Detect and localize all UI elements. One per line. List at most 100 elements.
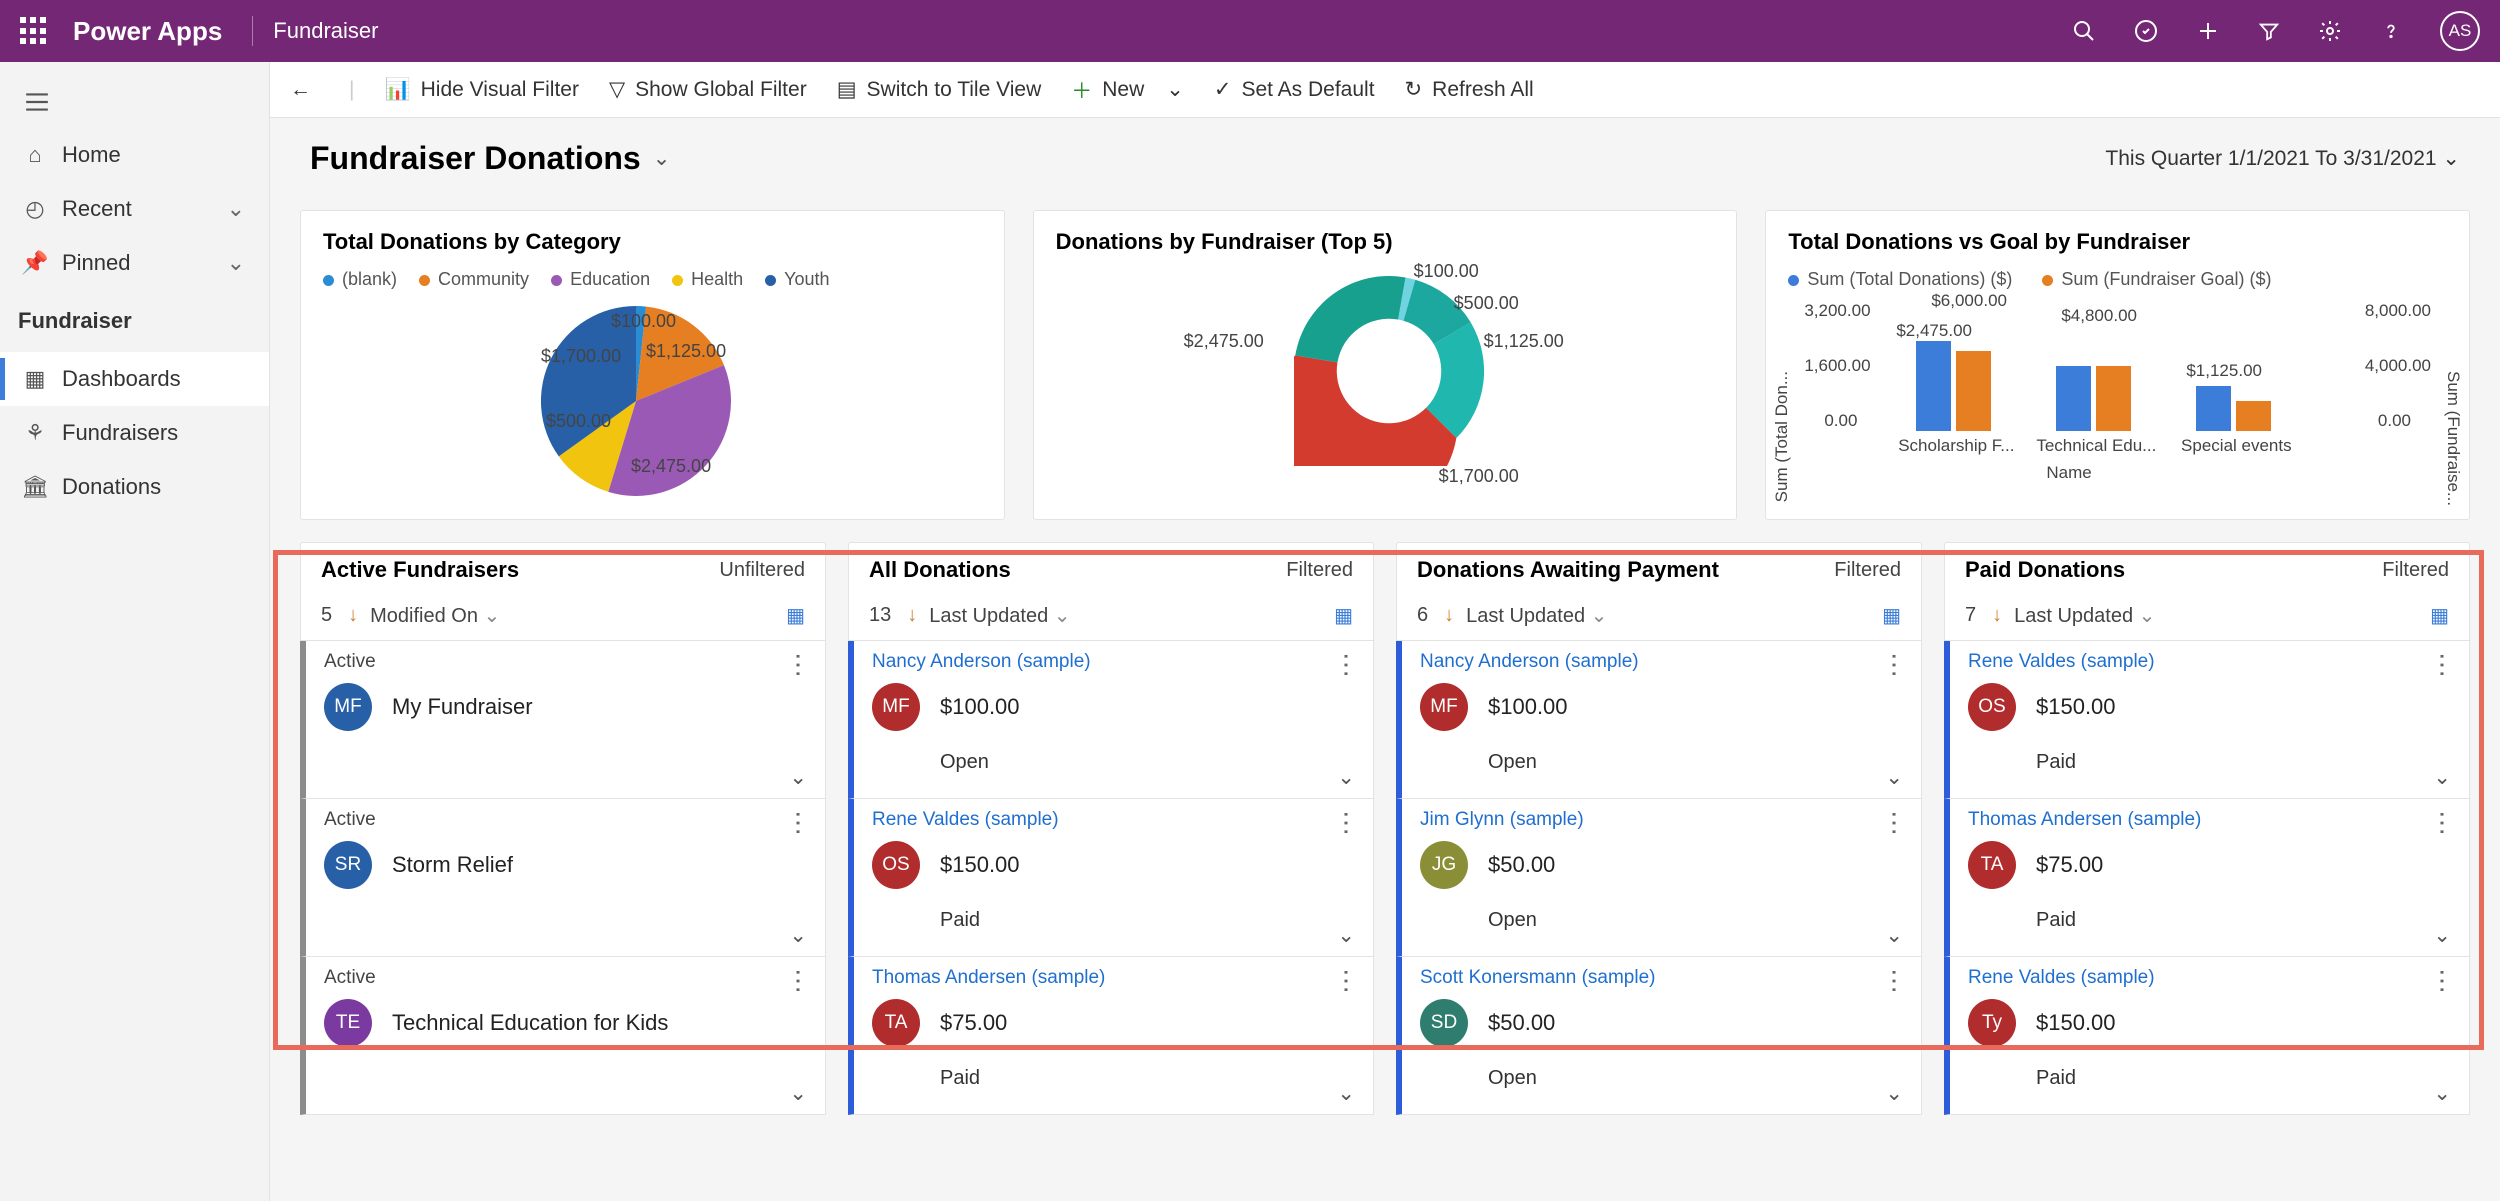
chart-donations-vs-goal[interactable]: Total Donations vs Goal by Fundraiser Su… xyxy=(1765,210,2470,520)
card-top-label[interactable]: Nancy Anderson (sample) xyxy=(1420,651,1639,673)
stream-filter-state[interactable]: Filtered xyxy=(1834,559,1901,582)
chevron-down-icon[interactable]: ⌄ xyxy=(1885,765,1903,790)
chart-donations-by-fundraiser[interactable]: Donations by Fundraiser (Top 5) $100.00 … xyxy=(1033,210,1738,520)
stream-count: 6 xyxy=(1417,604,1428,627)
target-icon[interactable] xyxy=(2134,19,2158,43)
nav-donations[interactable]: 🏛Donations xyxy=(0,460,269,514)
more-icon[interactable]: ⋯ xyxy=(794,652,804,672)
sort-arrow-icon[interactable]: ↓ xyxy=(1444,604,1454,627)
nav-dashboards[interactable]: ▦Dashboards xyxy=(0,352,269,406)
axis-tick: 0.00 xyxy=(1824,411,1857,431)
tile-view-icon[interactable]: ▦ xyxy=(1334,603,1353,628)
more-icon[interactable]: ⋯ xyxy=(1342,652,1352,672)
card-top-label[interactable]: Rene Valdes (sample) xyxy=(1968,651,2155,673)
stream-filter-state[interactable]: Filtered xyxy=(2382,559,2449,582)
hamburger-icon[interactable] xyxy=(0,82,269,128)
search-icon[interactable] xyxy=(2072,19,2096,43)
hide-visual-filter-button[interactable]: 📊Hide Visual Filter xyxy=(384,78,579,102)
back-button[interactable]: ← xyxy=(290,78,319,102)
chevron-down-icon[interactable]: ⌄ xyxy=(1337,1081,1355,1106)
stream-card[interactable]: Nancy Anderson (sample) ⋯ MF $100.00 Ope… xyxy=(848,641,1374,799)
stream-filter-state[interactable]: Filtered xyxy=(1286,559,1353,582)
stream-card[interactable]: Rene Valdes (sample) ⋯ OS $150.00 Paid ⌄ xyxy=(848,799,1374,957)
filter-icon[interactable] xyxy=(2258,20,2280,42)
stream-card[interactable]: Jim Glynn (sample) ⋯ JG $50.00 Open ⌄ xyxy=(1396,799,1922,957)
refresh-button[interactable]: ↻Refresh All xyxy=(1405,77,1534,102)
card-status: Paid xyxy=(2036,751,2453,774)
chevron-down-icon[interactable]: ⌄ xyxy=(2433,923,2451,948)
chevron-down-icon[interactable]: ⌄ xyxy=(1337,923,1355,948)
chevron-down-icon[interactable]: ⌄ xyxy=(789,765,807,790)
sort-arrow-icon[interactable]: ↓ xyxy=(907,604,917,627)
stream-card[interactable]: Rene Valdes (sample) ⋯ OS $150.00 Paid ⌄ xyxy=(1944,641,2470,799)
streams-row: Active Fundraisers Unfiltered 5 ↓ Modifi… xyxy=(300,542,2470,1115)
more-icon[interactable]: ⋯ xyxy=(1342,810,1352,830)
bar-label: $4,800.00 xyxy=(2061,306,2137,326)
set-default-button[interactable]: ✓Set As Default xyxy=(1214,77,1375,102)
chevron-down-icon[interactable]: ⌄ xyxy=(1885,1081,1903,1106)
card-main-label: $100.00 xyxy=(1488,694,1568,720)
date-range[interactable]: This Quarter 1/1/2021 To 3/31/2021 ⌄ xyxy=(2105,146,2460,171)
cmd-label: Switch to Tile View xyxy=(867,78,1042,102)
plus-icon[interactable] xyxy=(2196,19,2220,43)
card-top-label[interactable]: Jim Glynn (sample) xyxy=(1420,809,1584,831)
sort-field[interactable]: Last Updated ⌄ xyxy=(1466,603,1607,628)
chevron-down-icon[interactable]: ⌄ xyxy=(1885,923,1903,948)
chart-donations-by-category[interactable]: Total Donations by Category (blank) Comm… xyxy=(300,210,1005,520)
user-avatar[interactable]: AS xyxy=(2440,11,2480,51)
more-icon[interactable]: ⋯ xyxy=(2438,810,2448,830)
stream-card[interactable]: Nancy Anderson (sample) ⋯ MF $100.00 Ope… xyxy=(1396,641,1922,799)
tile-view-icon[interactable]: ▦ xyxy=(786,603,805,628)
titlebar: Power Apps Fundraiser AS xyxy=(0,0,2500,62)
more-icon[interactable]: ⋯ xyxy=(1890,810,1900,830)
stream-card[interactable]: Active ⋯ TE Technical Education for Kids… xyxy=(300,957,826,1115)
card-top-label[interactable]: Rene Valdes (sample) xyxy=(1968,967,2155,989)
sort-arrow-icon[interactable]: ↓ xyxy=(348,604,358,627)
card-top-label[interactable]: Nancy Anderson (sample) xyxy=(872,651,1091,673)
card-top-label[interactable]: Thomas Andersen (sample) xyxy=(1968,809,2201,831)
chevron-down-icon[interactable]: ⌄ xyxy=(1337,765,1355,790)
nav-home[interactable]: ⌂Home xyxy=(0,128,269,182)
chevron-down-icon[interactable]: ⌄ xyxy=(2433,765,2451,790)
nav-fundraisers[interactable]: ⚘Fundraisers xyxy=(0,406,269,460)
stream-card[interactable]: Thomas Andersen (sample) ⋯ TA $75.00 Pai… xyxy=(848,957,1374,1115)
more-icon[interactable]: ⋯ xyxy=(1890,652,1900,672)
avatar-badge: SD xyxy=(1420,999,1468,1047)
more-icon[interactable]: ⋯ xyxy=(1890,968,1900,988)
stream-card[interactable]: Thomas Andersen (sample) ⋯ TA $75.00 Pai… xyxy=(1944,799,2470,957)
stream-filter-state[interactable]: Unfiltered xyxy=(719,559,805,582)
stream-card[interactable]: Rene Valdes (sample) ⋯ Ty $150.00 Paid ⌄ xyxy=(1944,957,2470,1115)
stream-card[interactable]: Active ⋯ SR Storm Relief ⌄ xyxy=(300,799,826,957)
help-icon[interactable] xyxy=(2380,20,2402,42)
gear-icon[interactable] xyxy=(2318,19,2342,43)
bar xyxy=(2196,386,2231,431)
card-top-label[interactable]: Rene Valdes (sample) xyxy=(872,809,1059,831)
chevron-down-icon[interactable]: ⌄ xyxy=(2433,1081,2451,1106)
stream-card[interactable]: Scott Konersmann (sample) ⋯ SD $50.00 Op… xyxy=(1396,957,1922,1115)
new-button[interactable]: ＋New⌄ xyxy=(1071,75,1184,105)
title-dropdown-icon[interactable]: ⌄ xyxy=(653,146,671,171)
stream-header: All Donations Filtered xyxy=(848,542,1374,593)
show-global-filter-button[interactable]: ▽Show Global Filter xyxy=(609,77,807,102)
tile-view-icon[interactable]: ▦ xyxy=(1882,603,1901,628)
chevron-down-icon[interactable]: ⌄ xyxy=(789,923,807,948)
app-launcher-icon[interactable] xyxy=(20,17,48,45)
switch-tile-view-button[interactable]: ▤Switch to Tile View xyxy=(837,77,1042,102)
more-icon[interactable]: ⋯ xyxy=(2438,968,2448,988)
sort-arrow-icon[interactable]: ↓ xyxy=(1992,604,2002,627)
card-top-label[interactable]: Scott Konersmann (sample) xyxy=(1420,967,1656,989)
more-icon[interactable]: ⋯ xyxy=(794,968,804,988)
more-icon[interactable]: ⋯ xyxy=(2438,652,2448,672)
nav-pinned[interactable]: 📌Pinned⌄ xyxy=(0,236,269,290)
tile-view-icon[interactable]: ▦ xyxy=(2430,603,2449,628)
sort-field[interactable]: Last Updated ⌄ xyxy=(2014,603,2155,628)
more-icon[interactable]: ⋯ xyxy=(794,810,804,830)
stream-card[interactable]: Active ⋯ MF My Fundraiser ⌄ xyxy=(300,641,826,799)
more-icon[interactable]: ⋯ xyxy=(1342,968,1352,988)
nav-donations-label: Donations xyxy=(62,474,161,500)
sort-field[interactable]: Modified On ⌄ xyxy=(370,603,500,628)
card-top-label[interactable]: Thomas Andersen (sample) xyxy=(872,967,1105,989)
nav-recent[interactable]: ◴Recent⌄ xyxy=(0,182,269,236)
sort-field[interactable]: Last Updated ⌄ xyxy=(929,603,1070,628)
chevron-down-icon[interactable]: ⌄ xyxy=(789,1081,807,1106)
